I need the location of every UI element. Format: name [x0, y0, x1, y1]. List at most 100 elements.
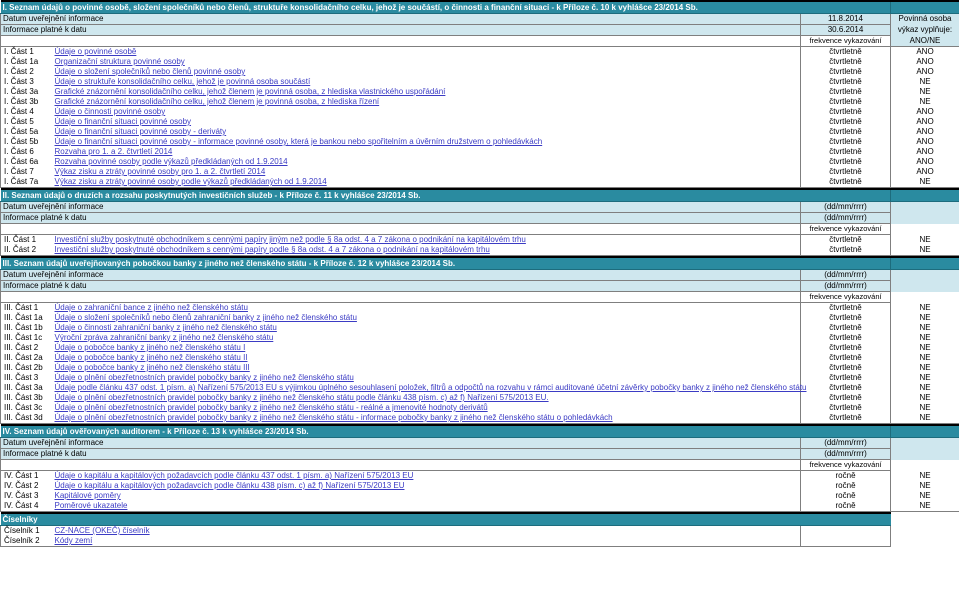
row-link[interactable]: Údaje o činnosti zahraniční banky z jiné…: [55, 323, 277, 332]
row-link[interactable]: Investiční služby poskytnuté obchodníkem…: [55, 235, 526, 244]
section-banner-2-filler: [890, 188, 959, 202]
table-row: I. Část 5b Údaje o finanční situaci povin…: [0, 137, 959, 147]
section-banner-3-filler: [890, 256, 959, 270]
row-required-flag: NE: [890, 333, 959, 343]
section-1-table: I. Seznam údajů o povinné osobě, složení…: [0, 0, 959, 188]
row-code: I. Část 2: [0, 67, 53, 77]
ciselniky-table: Číselníky Číselník 1 CZ-NACE (OKEČ) čísel…: [0, 512, 959, 547]
row-link[interactable]: Organizační struktura povinné osoby: [55, 57, 185, 66]
row-code: II. Část 1: [0, 234, 53, 245]
row-link[interactable]: Výkaz zisku a ztráty povinné osoby podle…: [55, 177, 327, 186]
row-required-flag: ANO: [890, 117, 959, 127]
row-frequency: ročně: [800, 481, 892, 491]
row-required-flag: ANO: [890, 57, 959, 67]
platne-value-1[interactable]: 30.6.2014: [799, 24, 892, 36]
row-link[interactable]: Poměrové ukazatele: [55, 501, 128, 510]
row-code: IV. Část 1: [0, 470, 53, 481]
row-link[interactable]: CZ-NACE (OKEČ) číselník: [55, 526, 150, 535]
table-row: III. Část 1a Údaje o složení společníků n…: [0, 313, 959, 323]
row-required-flag: ANO: [890, 67, 959, 77]
worksheet: I. Seznam údajů o povinné osobě, složení…: [0, 0, 959, 592]
row-link[interactable]: Výkaz zisku a ztráty povinné osoby pro 1…: [55, 167, 266, 176]
row-link[interactable]: Údaje o zahraniční bance z jiného než čl…: [55, 303, 248, 312]
row-label-cell: Výkaz zisku a ztráty povinné osoby podle…: [52, 177, 801, 188]
row-frequency: čtvrtletně: [800, 137, 892, 147]
row-required-flag: NE: [890, 87, 959, 97]
row-link[interactable]: Údaje o plnění obezřetnostních pravidel …: [55, 393, 549, 402]
row-required-flag: NE: [890, 470, 959, 481]
row-link[interactable]: Údaje o pobočce banky z jiného než člens…: [55, 343, 246, 352]
platne-label-2: Informace platné k datu: [0, 212, 801, 224]
table-row: IV. Část 1 Údaje o kapitálu a kapitálovýc…: [0, 470, 959, 481]
row-link[interactable]: Údaje o pobočce banky z jiného než člens…: [55, 363, 250, 372]
row-required-flag: NE: [890, 393, 959, 403]
row-platne-4: Informace platné k datu (dd/mm/rrrr): [0, 448, 959, 460]
row-link[interactable]: Výroční zpráva zahraniční banky z jiného…: [55, 333, 274, 342]
row-frequency: čtvrtletně: [800, 393, 892, 403]
row-link[interactable]: Kódy zemí: [55, 536, 93, 545]
row-code: III. Část 1b: [0, 323, 53, 333]
datum-label-1: Datum uveřejnění informace: [0, 13, 801, 25]
row-frequency: čtvrtletně: [800, 343, 892, 353]
row-link[interactable]: Rozvaha povinné osoby podle výkazů předk…: [55, 157, 288, 166]
row-code: III. Část 2a: [0, 353, 53, 363]
platne-label-3: Informace platné k datu: [0, 280, 801, 292]
row-code: III. Část 1: [0, 302, 53, 313]
side-blank-2c: [890, 223, 959, 235]
freq-header-blank-2: [0, 223, 801, 235]
datum-value-1[interactable]: 11.8.2014: [799, 13, 892, 25]
table-row: I. Část 6a Rozvaha povinné osoby podle vý…: [0, 157, 959, 167]
platne-value-2[interactable]: (dd/mm/rrrr): [800, 212, 891, 224]
row-link[interactable]: Údaje o finanční situaci povinné osoby: [55, 117, 192, 126]
table-row: Číselník 2 Kódy zemí: [0, 536, 959, 547]
row-link[interactable]: Údaje o finanční situaci povinné osoby -…: [55, 137, 543, 146]
row-link[interactable]: Údaje o plnění obezřetnostních pravidel …: [55, 413, 613, 422]
row-link[interactable]: Údaje o povinné osobě: [55, 47, 137, 56]
row-label-cell: Údaje o pobočce banky z jiného než člens…: [52, 363, 801, 373]
table-row: I. Část 1 Údaje o povinné osobě čtvrtletně…: [0, 46, 959, 57]
row-link[interactable]: Údaje o pobočce banky z jiného než člens…: [55, 353, 248, 362]
row-code: III. Část 3c: [0, 403, 53, 413]
datum-value-2[interactable]: (dd/mm/rrrr): [800, 201, 891, 213]
table-row: III. Část 3d Údaje o plnění obezřetnostní…: [0, 413, 959, 424]
row-label-cell: Investiční služby poskytnuté obchodníkem…: [52, 245, 801, 256]
row-link[interactable]: Údaje o kapitálu a kapitálových požadavc…: [55, 481, 405, 490]
row-frequency: čtvrtletně: [800, 147, 892, 157]
row-code: I. Část 5a: [0, 127, 53, 137]
row-link[interactable]: Údaje o plnění obezřetnostních pravidel …: [55, 373, 354, 382]
row-link[interactable]: Rozvaha pro 1. a 2. čtvrtletí 2014: [55, 147, 173, 156]
row-frequency: čtvrtletně: [800, 403, 892, 413]
table-row: III. Část 2b Údaje o pobočce banky z jiné…: [0, 363, 959, 373]
row-link[interactable]: Údaje o činnosti povinné osoby: [55, 107, 166, 116]
section-banner-4: IV. Seznam údajů ověřovaných auditorem -…: [0, 424, 959, 438]
row-code: III. Část 2: [0, 343, 53, 353]
row-link[interactable]: Údaje o složení společníků nebo členů po…: [55, 67, 246, 76]
row-link[interactable]: Údaje o struktuře konsolidačního celku, …: [55, 77, 311, 86]
table-row: I. Část 3b Grafické znázornění konsolidač…: [0, 97, 959, 107]
row-label-cell: Grafické znázornění konsolidačního celku…: [52, 87, 801, 97]
platne-value-4[interactable]: (dd/mm/rrrr): [799, 448, 892, 460]
section-banner-3-title: III. Seznam údajů uveřejňovaných pobočko…: [0, 256, 891, 270]
row-required-flag: ANO: [890, 137, 959, 147]
row-link[interactable]: Údaje o kapitálu a kapitálových požadavc…: [55, 471, 414, 480]
row-link[interactable]: Kapitálové poměry: [55, 491, 121, 500]
platne-label-1: Informace platné k datu: [0, 24, 801, 36]
row-link[interactable]: Údaje o finanční situaci povinné osoby -…: [55, 127, 227, 136]
row-frequency: čtvrtletně: [800, 117, 892, 127]
row-frequency: čtvrtletně: [800, 234, 891, 245]
row-code: I. Část 3: [0, 77, 53, 87]
row-link[interactable]: Údaje o plnění obezřetnostních pravidel …: [55, 403, 488, 412]
table-row: III. Část 1 Údaje o zahraniční bance z ji…: [0, 302, 959, 313]
row-required-flag: NE: [890, 77, 959, 87]
row-link[interactable]: Grafické znázornění konsolidačního celku…: [55, 97, 380, 106]
datum-value-4[interactable]: (dd/mm/rrrr): [799, 437, 892, 449]
platne-value-3[interactable]: (dd/mm/rrrr): [799, 280, 892, 292]
row-code: I. Část 7a: [0, 177, 53, 188]
row-required-flag: NE: [890, 501, 959, 512]
datum-value-3[interactable]: (dd/mm/rrrr): [799, 269, 892, 281]
row-link[interactable]: Údaje o složení společníků nebo členů za…: [55, 313, 357, 322]
row-link[interactable]: Grafické znázornění konsolidačního celku…: [55, 87, 446, 96]
table-row: I. Část 5a Údaje o finanční situaci povin…: [0, 127, 959, 137]
row-link[interactable]: Údaje podle článku 437 odst. 1 písm. a) …: [55, 383, 807, 392]
row-link[interactable]: Investiční služby poskytnuté obchodníkem…: [55, 245, 490, 254]
